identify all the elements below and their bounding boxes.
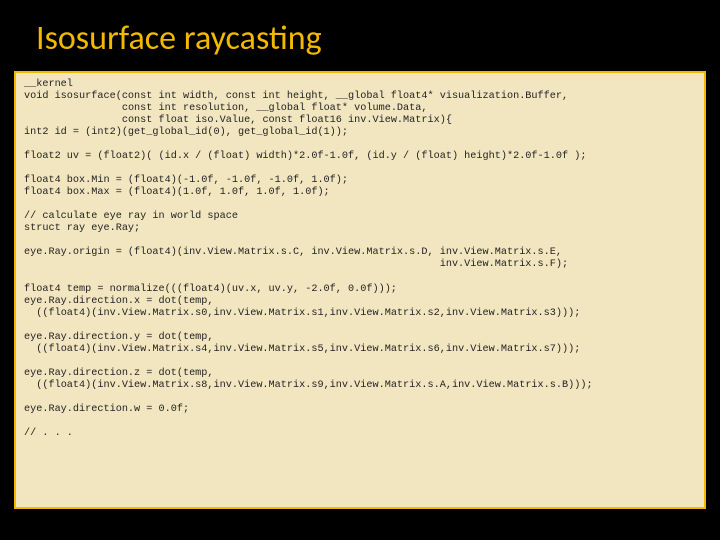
code-block: __kernel void isosurface(const int width… xyxy=(14,71,706,509)
slide: Isosurface raycasting __kernel void isos… xyxy=(0,0,720,540)
slide-title: Isosurface raycasting xyxy=(0,0,720,71)
